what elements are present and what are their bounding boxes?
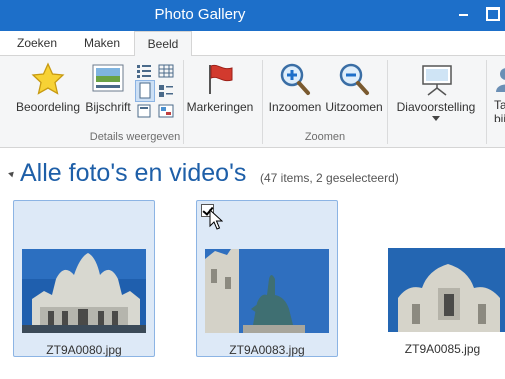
photo-tile[interactable]: ZT9A0085.jpg [380,200,505,357]
people-icon [496,68,505,92]
photo-filename: ZT9A0085.jpg [404,342,481,356]
zoom-out-button[interactable]: Uitzoomen [323,60,385,122]
flags-label: Markeringen [186,100,254,114]
gallery-group-title[interactable]: Alle foto's en video's [20,159,246,188]
people-tag-button[interactable]: Ta bij [488,60,505,122]
window-title: Photo Gallery [154,6,246,23]
rating-label: Beoordeling [15,100,81,114]
photo-tile[interactable]: ZT9A0083.jpg [196,200,338,357]
slideshow-label: Diavoorstelling [396,100,476,114]
caption-icon [92,64,124,92]
mouse-cursor-icon [209,209,223,230]
caption-label: Bijschrift [85,100,131,114]
details-view-icon[interactable] [157,62,175,80]
maximize-icon[interactable] [484,4,500,21]
photo-filename: ZT9A0080.jpg [46,343,122,357]
ribbon-separator [486,60,487,144]
details-list-icon[interactable] [157,102,175,120]
ribbon-separator [262,60,263,144]
tile-view-icon[interactable] [157,82,175,100]
title-bar: Photo Gallery [0,0,505,31]
gallery-item-count: (47 items, 2 geselecteerd) [260,171,399,185]
flag-icon [209,64,233,94]
tab-beeld[interactable]: Beeld [134,31,192,57]
group-label-zoom: Zoomen [304,131,346,143]
rating-button[interactable]: Beoordeling [14,60,82,122]
group-label-details: Details weergeven [89,131,181,143]
collapse-group-icon[interactable] [8,169,16,178]
star-icon [31,62,65,95]
photo-thumbnail [205,249,329,333]
people-tag-label: Ta bij [494,98,505,122]
zoom-in-label: Inzoomen [268,100,322,114]
zoom-in-button[interactable]: Inzoomen [266,60,324,122]
photo-thumbnail [388,248,505,332]
photo-thumbnail [22,249,146,333]
thumbnail-view-icon[interactable] [135,62,153,80]
tab-zoeken[interactable]: Zoeken [8,31,66,57]
zoom-out-label: Uitzoomen [325,100,383,114]
ribbon: Beoordeling Bijschrift Details weergeven [0,56,505,148]
ribbon-tabs: Zoeken Maken Beeld [0,31,505,57]
slideshow-icon [422,65,452,96]
caption-button[interactable]: Bijschrift [82,60,134,122]
ribbon-separator [183,60,184,144]
tab-maken[interactable]: Maken [73,31,131,57]
flags-button[interactable]: Markeringen [186,60,254,122]
chevron-down-icon [432,116,440,121]
minimize-icon[interactable] [456,4,472,20]
photo-tile[interactable]: ZT9A0080.jpg [13,200,155,357]
page-view-icon[interactable] [135,80,155,102]
ribbon-separator [387,60,388,144]
slideshow-button[interactable]: Diavoorstelling [392,60,480,130]
zoom-in-icon [280,63,310,95]
list-view-icon[interactable] [135,102,153,120]
gallery-pane: Alle foto's en video's (47 items, 2 gese… [0,149,505,379]
zoom-out-icon [339,63,369,95]
photo-filename: ZT9A0083.jpg [229,343,305,357]
